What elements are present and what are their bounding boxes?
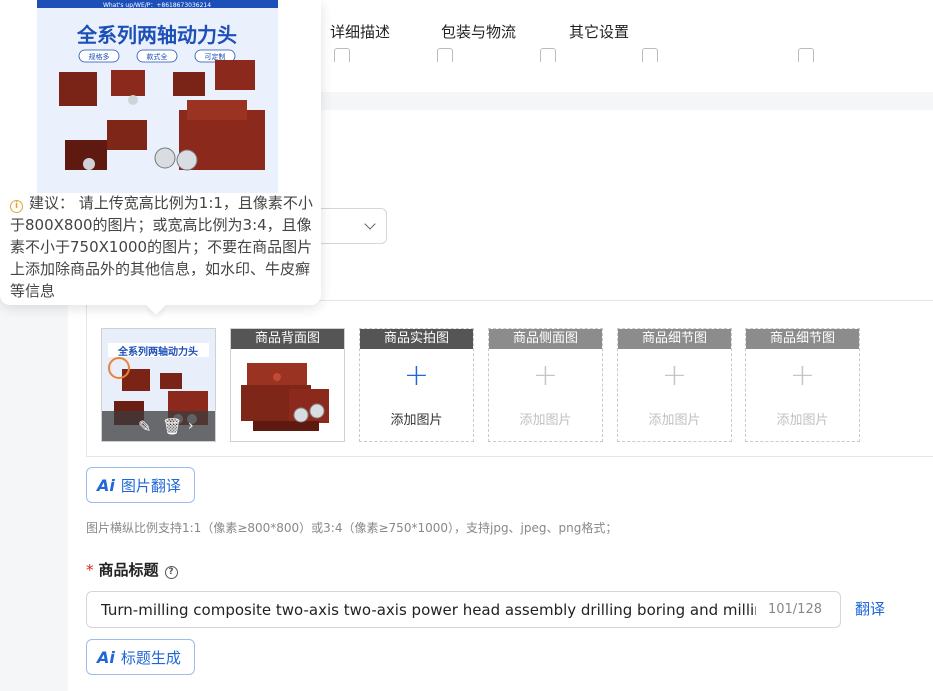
- plus-icon: +: [532, 358, 559, 393]
- required-mark: *: [86, 561, 94, 579]
- preview-image: What's up/WE/P：+8618673036214 全系列两轴动力头 规…: [37, 0, 278, 193]
- add-image-label: 添加图片: [776, 413, 829, 428]
- add-image-label: 添加图片: [648, 413, 701, 428]
- edit-icon[interactable]: ✎: [138, 417, 151, 436]
- top-panel: 详细描述 包装与物流 其它设置: [300, 0, 933, 92]
- checkbox[interactable]: [540, 48, 556, 62]
- preview-product-graphic: What's up/WE/P：+8618673036214 全系列两轴动力头 规…: [37, 0, 278, 193]
- image-format-hint: 图片横纵比例支持1:1（像素≥800*800）或3:4（像素≥750*1000）…: [86, 521, 618, 535]
- banner-tag: 款式全: [147, 52, 168, 61]
- ai-icon: Ai: [97, 647, 115, 667]
- slot-title: 商品背面图: [231, 329, 344, 349]
- banner-top-text: What's up/WE/P：+8618673036214: [103, 2, 211, 9]
- image-slot-back[interactable]: 商品背面图: [230, 328, 345, 442]
- upload-suggestion: i 建议： 请上传宽高比例为1:1，且像素不小于800X800的图片；或宽高比例为…: [10, 192, 315, 302]
- tab-packaging[interactable]: 包装与物流: [441, 21, 516, 42]
- slot-title: 商品细节图: [746, 329, 859, 349]
- product-title-text: 商品标题: [98, 561, 159, 579]
- plus-icon: +: [789, 358, 816, 393]
- image-slot-main[interactable]: 全系列两轴动力头 ✎ 🗑 ›: [101, 328, 216, 442]
- tab-other-settings[interactable]: 其它设置: [569, 21, 629, 42]
- trash-icon[interactable]: 🗑: [162, 417, 182, 436]
- slot-title: 商品细节图: [618, 329, 731, 349]
- warning-ring-icon: [108, 357, 130, 379]
- product-title-input[interactable]: Turn-milling composite two-axis two-axis…: [86, 591, 841, 628]
- product-title-label: * 商品标题?: [86, 559, 178, 580]
- add-image-label: 添加图片: [390, 413, 443, 428]
- chevron-down-icon: [364, 218, 376, 230]
- tab-detail[interactable]: 详细描述: [330, 21, 390, 42]
- image-preview-popup: What's up/WE/P：+8618673036214 全系列两轴动力头 规…: [0, 0, 321, 305]
- image-slot-detail-2[interactable]: 商品细节图 + 添加图片: [745, 328, 860, 442]
- char-counter: 101/128: [767, 602, 822, 617]
- partially-hidden-checkbox-row: [300, 40, 933, 62]
- title-generate-button[interactable]: Ai 标题生成: [86, 639, 195, 675]
- plus-icon: +: [403, 358, 430, 393]
- translate-link[interactable]: 翻译: [855, 598, 885, 619]
- checkbox[interactable]: [798, 48, 814, 62]
- banner-tag: 规格多: [89, 52, 110, 61]
- checkbox[interactable]: [437, 48, 453, 62]
- slot-title: 商品侧面图: [489, 329, 602, 349]
- back-view-product-image: [231, 349, 344, 441]
- image-translate-label: 图片翻译: [120, 476, 181, 495]
- banner-tag: 可定制: [205, 52, 226, 61]
- checkbox[interactable]: [642, 48, 658, 62]
- image-translate-button[interactable]: Ai 图片翻译: [86, 467, 195, 503]
- image-slot-detail[interactable]: 商品细节图 + 添加图片: [617, 328, 732, 442]
- add-image-label: 添加图片: [519, 413, 572, 428]
- product-title-value[interactable]: Turn-milling composite two-axis two-axis…: [101, 601, 756, 619]
- ai-icon: Ai: [97, 475, 115, 495]
- banner-title: 全系列两轴动力头: [76, 23, 237, 47]
- slot-title: 商品实拍图: [360, 329, 473, 349]
- suggestion-text: 建议： 请上传宽高比例为1:1，且像素不小于800X800的图片；或宽高比例为3…: [10, 194, 313, 300]
- plus-icon: +: [661, 358, 688, 393]
- chevron-right-icon[interactable]: ›: [188, 418, 194, 434]
- image-slot-side[interactable]: 商品侧面图 + 添加图片: [488, 328, 603, 442]
- title-generate-label: 标题生成: [120, 648, 181, 667]
- image-slot-real-shot[interactable]: 商品实拍图 + 添加图片: [359, 328, 474, 442]
- info-icon: i: [10, 200, 23, 213]
- thumbnail-action-bar: ✎ 🗑 ›: [102, 411, 215, 441]
- checkbox[interactable]: [334, 48, 350, 62]
- thumbnail-banner-title: 全系列两轴动力头: [117, 345, 198, 358]
- help-icon[interactable]: ?: [164, 566, 178, 579]
